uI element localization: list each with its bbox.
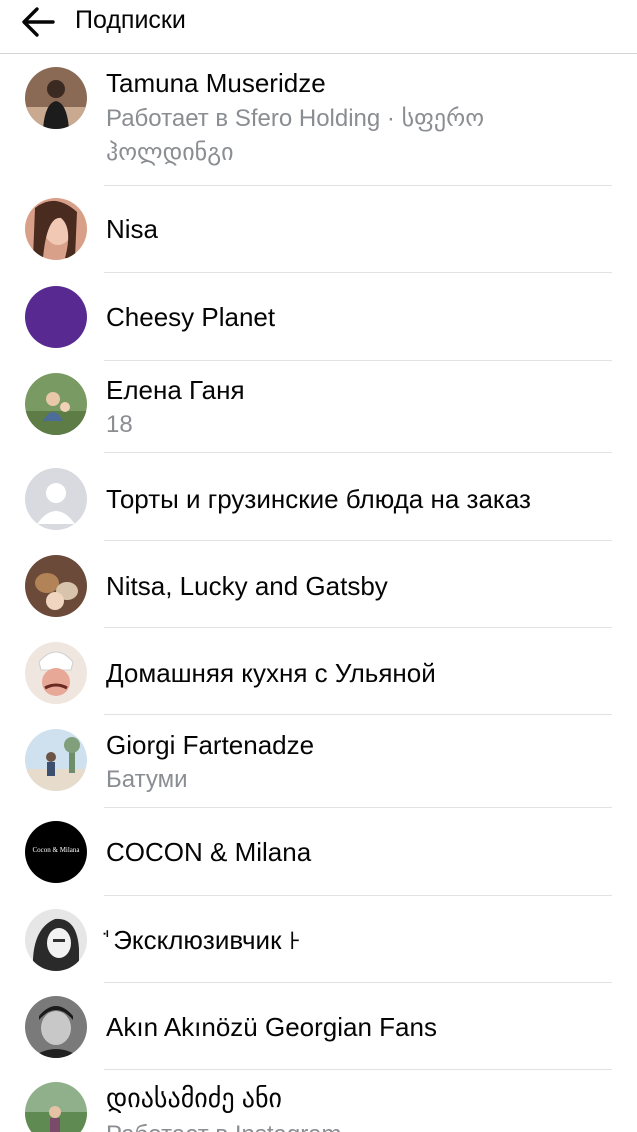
avatar: Cocon & Milana bbox=[25, 821, 87, 883]
subscription-subtitle: Работает в Sfero Holding · სფერო bbox=[106, 105, 485, 132]
avatar bbox=[25, 642, 87, 704]
subscription-name: Tamuna Museridze bbox=[106, 68, 326, 98]
subscription-subtitle: 18 bbox=[106, 411, 133, 438]
subscription-name: Cheesy Planet bbox=[106, 302, 276, 332]
subscription-name: Giorgi Fartenadze bbox=[106, 730, 315, 760]
avatar bbox=[25, 468, 87, 530]
list-item[interactable]: Торты и грузинские блюда на заказ bbox=[0, 453, 637, 541]
subscription-subtitle: Работает в Instagram bbox=[106, 1118, 617, 1132]
avatar bbox=[25, 555, 87, 617]
list-item[interactable]: Nitsa, Lucky and Gatsby bbox=[0, 541, 637, 628]
subscription-subtitle: ჰოლდინგი bbox=[106, 139, 234, 166]
subscription-name: Nitsa, Lucky and Gatsby bbox=[106, 571, 388, 601]
avatar bbox=[25, 996, 87, 1058]
back-button[interactable] bbox=[18, 4, 58, 40]
default-user-icon bbox=[25, 468, 87, 530]
subscription-name: Елена Ганя bbox=[106, 375, 245, 405]
subscription-name: Торты и грузинские блюда на заказ bbox=[106, 484, 531, 514]
list-item[interactable]: Cheesy Planet bbox=[0, 273, 637, 361]
list-item[interactable]: Tamuna Museridze Работает в Sfero Holdin… bbox=[0, 55, 637, 186]
list-item[interactable]: Nisa bbox=[0, 186, 637, 273]
list-item[interactable]: Домашняя кухня с Ульяной bbox=[0, 628, 637, 715]
avatar bbox=[25, 909, 87, 971]
subscriptions-list: Tamuna Museridze Работает в Sfero Holdin… bbox=[0, 55, 637, 1132]
subscription-name: COCON & Milana bbox=[106, 837, 312, 867]
subscription-name: Домашняя кухня с Ульяной bbox=[106, 658, 436, 688]
list-item[interactable]: Елена Ганя 18 bbox=[0, 361, 637, 453]
subscription-name: Akın Akınözü Georgian Fans bbox=[106, 1012, 437, 1042]
arrow-left-icon bbox=[22, 7, 55, 37]
avatar bbox=[25, 286, 87, 348]
avatar bbox=[25, 373, 87, 435]
avatar bbox=[25, 729, 87, 791]
subscription-name: Nisa bbox=[106, 214, 159, 244]
avatar bbox=[25, 67, 87, 129]
list-item[interactable]: Akın Akınözü Georgian Fans bbox=[0, 983, 637, 1070]
subscription-name: დიასამიძე ანი bbox=[106, 1083, 283, 1113]
avatar bbox=[25, 1082, 87, 1132]
subscription-subtitle: Батуми bbox=[106, 766, 188, 793]
page-title: Подписки bbox=[75, 6, 186, 34]
avatar bbox=[25, 198, 87, 260]
subscription-name: ꜗ Эксклюзивчик ꜔ bbox=[106, 925, 302, 955]
list-item[interactable]: დიასამიძე ანი Работает в Instagram bbox=[0, 1070, 637, 1132]
list-item[interactable]: ꜗ Эксклюзивчик ꜔ bbox=[0, 896, 637, 983]
list-item[interactable]: Giorgi Fartenadze Батуми bbox=[0, 715, 637, 808]
app-header: Подписки bbox=[0, 0, 637, 54]
list-item[interactable]: Cocon & Milana COCON & Milana bbox=[0, 808, 637, 896]
logo-text: Cocon & Milana bbox=[32, 846, 80, 854]
